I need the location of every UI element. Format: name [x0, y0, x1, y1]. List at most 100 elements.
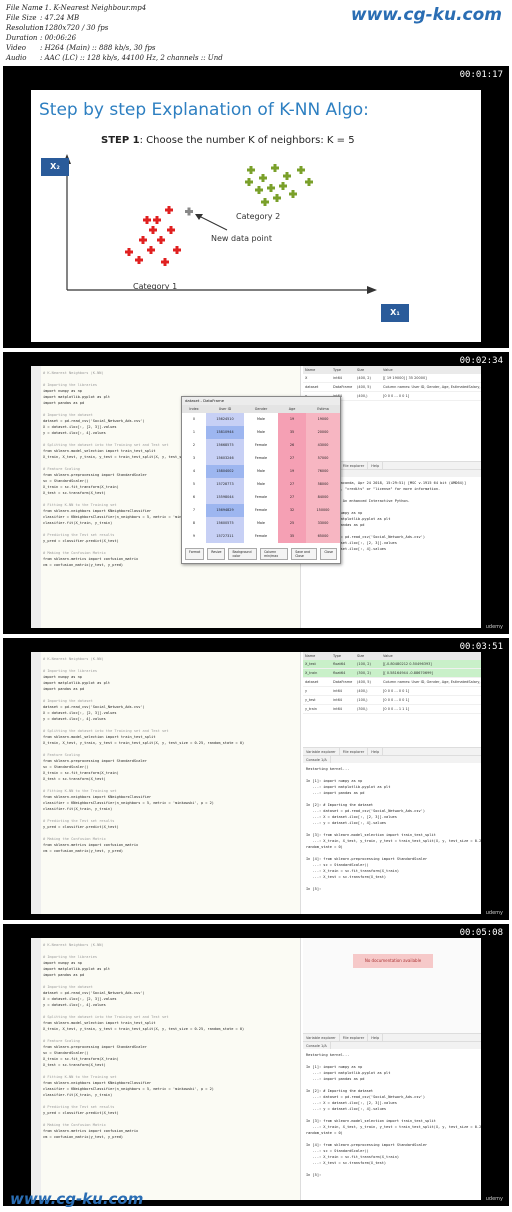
variable-cell: [[-0.80480212 0.50496393]: [383, 662, 432, 666]
scatter-point: [149, 226, 157, 234]
brand-logo: udemy: [485, 910, 503, 916]
variable-row[interactable]: y_test int64 (100,) [0 0 0 ... 0 0 1]: [303, 696, 481, 705]
dataframe-cell: Male: [256, 469, 266, 473]
console-header: Console 1/A: [303, 1041, 481, 1049]
code-editor[interactable]: # K-Nearest Neighbors (K-NN) # Importing…: [31, 938, 301, 1200]
tab-console[interactable]: Console 1/A: [303, 1042, 331, 1049]
console-output[interactable]: Restarting kernel... In [1]: import nump…: [303, 1049, 481, 1181]
variable-cell: y_test: [305, 698, 316, 702]
console-pane[interactable]: Variable explorer File explorer Help Con…: [303, 747, 481, 914]
dataframe-title: dataset - DataFrame: [182, 397, 340, 405]
dataframe-cell: Female: [254, 495, 268, 499]
dataframe-cell: 3: [192, 456, 196, 460]
new-data-point-label: New data point: [211, 234, 272, 243]
dataframe-cell: 2: [192, 443, 196, 447]
scatter-point: [161, 258, 169, 266]
console-header: Console 1/A: [303, 755, 481, 763]
scatter-point: [147, 246, 155, 254]
tab-file-explorer[interactable]: File explorer: [340, 748, 369, 755]
variable-cell: y_train: [305, 707, 317, 711]
dataframe-cell: 15728773: [206, 478, 244, 491]
scatter-point: [267, 184, 275, 192]
variable-cell: X_test: [305, 662, 316, 666]
variable-explorer[interactable]: Name Type Size Value X_test float64 (100, 2) […: [303, 652, 481, 747]
variable-cell: (100, 2): [357, 662, 371, 666]
dataframe-cell: 27: [278, 491, 306, 504]
dataframe-row[interactable]: 9 15727311 Female 35 65000: [182, 530, 340, 543]
pane-tabs: Variable explorer File explorer Help: [303, 1033, 481, 1041]
no-documentation-notice: No documentation available: [353, 954, 433, 968]
x-axis-label: X₁: [381, 304, 409, 322]
dataframe-cell: Female: [254, 456, 268, 460]
dataframe-cell: Female: [254, 508, 268, 512]
scatter-point: [157, 236, 165, 244]
dataframe-cell: 5: [192, 482, 196, 486]
dataframe-cell: 65000: [306, 530, 340, 543]
variable-row[interactable]: y int64 (400,) [0 0 0 ... 0 0 1]: [303, 687, 481, 696]
scatter-point: [259, 174, 267, 182]
format-button[interactable]: Format: [185, 548, 205, 560]
resize-button[interactable]: Resize: [207, 548, 226, 560]
tab-variable-explorer[interactable]: Variable explorer: [303, 748, 340, 755]
console-output[interactable]: Restarting kernel... In [1]: import nump…: [303, 763, 481, 895]
file-info-header: File Name: 1. K-Nearest Neighbour.mp4 Fi…: [0, 0, 512, 66]
dataframe-row[interactable]: 8 15600575 Male 25 33000: [182, 517, 340, 530]
dataframe-cell: 58000: [306, 478, 340, 491]
dataframe-cell: 43000: [306, 439, 340, 452]
dataframe-row[interactable]: 3 15603246 Female 27 57000: [182, 452, 340, 465]
scatter-point: [279, 182, 287, 190]
dataframe-row[interactable]: 7 15694829 Female 32 150000: [182, 504, 340, 517]
dataframe-cell: 15694829: [206, 504, 244, 517]
console-pane[interactable]: Variable explorer File explorer Help Con…: [303, 1033, 481, 1200]
ide-window: # K-Nearest Neighbors (K-NN) # Importing…: [31, 938, 481, 1200]
resolution: 1280x720 / 30 fps: [44, 24, 109, 32]
tab-variable-explorer[interactable]: Variable explorer: [303, 1034, 340, 1041]
dataframe-editor[interactable]: dataset - DataFrame Index User ID Gender Ag…: [181, 396, 341, 564]
dataframe-row[interactable]: 0 15624510 Male 19 19000: [182, 413, 340, 426]
line-gutter: [31, 652, 41, 914]
variable-row[interactable]: X_train float64 (300, 2) [[ 0.58164944 -0.8…: [303, 669, 481, 678]
variable-row[interactable]: X_test float64 (100, 2) [[-0.80480212 0.504…: [303, 660, 481, 669]
variable-row[interactable]: dataset DataFrame (400, 5) Column names: Us…: [303, 383, 481, 392]
dataframe-cell: 25: [278, 517, 306, 530]
video-codec: H264 (Main) :: 888 kb/s, 30 fps: [44, 44, 156, 52]
pointer-line: [198, 215, 228, 231]
variable-row[interactable]: Xint64 (400, 2)[[ 19 19000] [ 35 20000]: [303, 374, 481, 383]
dataframe-cell: 6: [192, 495, 196, 499]
variable-row[interactable]: dataset DataFrame (400, 5) Column names: Us…: [303, 678, 481, 687]
variable-cell: (300, 2): [357, 671, 371, 675]
ide-window: # K-Nearest Neighbors (K-NN) # Importing…: [31, 652, 481, 914]
dataframe-row[interactable]: 1 15810944 Male 35 20000: [182, 426, 340, 439]
column-minmax-checkbox[interactable]: Column min/max: [260, 548, 289, 560]
tab-help[interactable]: Help: [368, 462, 384, 469]
save-close-button[interactable]: Save and Close: [291, 548, 318, 560]
code-editor[interactable]: # K-Nearest Neighbors (K-NN) # Importing…: [31, 652, 301, 914]
audio-row: Audio: AAC (LC) :: 128 kb/s, 44100 Hz, 2…: [6, 54, 223, 62]
scatter-point: [261, 198, 269, 206]
tab-file-explorer[interactable]: File explorer: [340, 1034, 369, 1041]
category-2-label: Category 2: [236, 212, 281, 221]
dataframe-row[interactable]: 6 15598044 Female 27 84000: [182, 491, 340, 504]
dataframe-row[interactable]: 5 15728773 Male 27 58000: [182, 478, 340, 491]
dataframe-row[interactable]: 2 15668575 Female 26 43000: [182, 439, 340, 452]
variable-cell: [0 0 0 ... 1 1 1]: [383, 707, 410, 711]
close-button[interactable]: Close: [320, 548, 337, 560]
variable-cell: [[ 0.58164944 -0.88670699]: [383, 671, 433, 675]
dataframe-cell: 0: [192, 417, 196, 421]
variable-row[interactable]: y_train int64 (300,) [0 0 0 ... 1 1 1]: [303, 705, 481, 714]
dataframe-cell: 7: [192, 508, 196, 512]
dataframe-cell: Male: [256, 482, 266, 486]
file-name-row: File Name: 1. K-Nearest Neighbour.mp4: [6, 4, 147, 12]
variable-rows: X_test float64 (100, 2) [[-0.80480212 0.504…: [303, 660, 481, 714]
dataframe-rows: 0 15624510 Male 19 19000 1 15810944 Male 35 20000…: [182, 413, 340, 543]
tab-help[interactable]: Help: [368, 748, 384, 755]
dataframe-row[interactable]: 4 15804002 Male 19 76000: [182, 465, 340, 478]
help-pane: No documentation available: [303, 938, 481, 1033]
tab-help[interactable]: Help: [368, 1034, 384, 1041]
tab-file-explorer[interactable]: File explorer: [340, 462, 369, 469]
tab-console[interactable]: Console 1/A: [303, 756, 331, 763]
scatter-point: [125, 248, 133, 256]
variable-cell: y: [305, 689, 308, 693]
background-color-checkbox[interactable]: Background color: [228, 548, 258, 560]
ide-window: # K-Nearest Neighbors (K-NN) # Importing…: [31, 366, 481, 628]
